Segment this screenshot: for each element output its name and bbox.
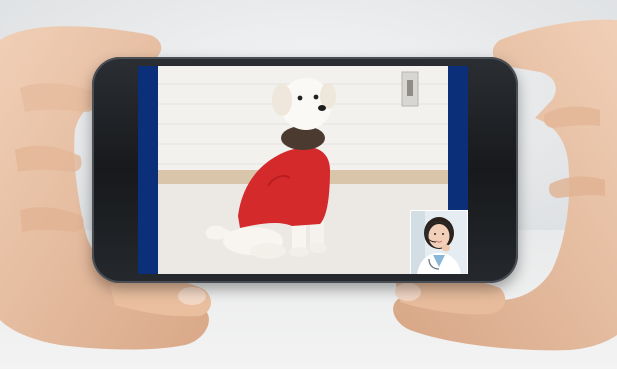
video-call-screen — [138, 66, 468, 274]
photo-scene — [0, 0, 617, 369]
wall-switch-icon — [401, 71, 419, 107]
doctor-with-headset-icon — [411, 211, 467, 274]
dog-video-image — [158, 66, 448, 274]
main-video-feed — [158, 66, 448, 274]
doctor-picture-in-picture — [410, 210, 468, 274]
